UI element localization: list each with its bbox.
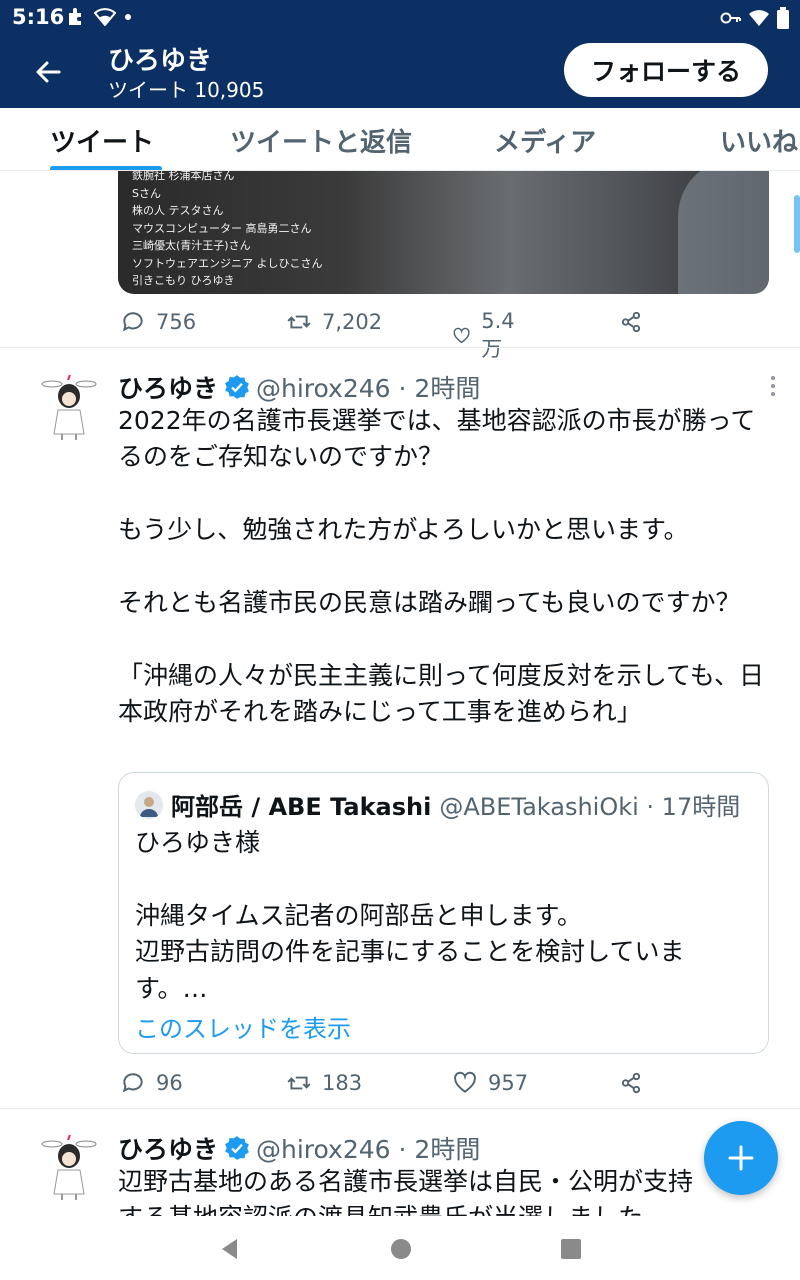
quoted-text: ひろゆき様 沖縄タイムス記者の阿部岳と申します。 辺野古訪問の件を記事にすること…: [135, 828, 685, 1003]
like-button[interactable]: 957: [452, 1070, 528, 1096]
credit-line: 鉄腕社 杉浦本店さん: [132, 171, 235, 182]
system-nav-bar: [0, 1216, 800, 1280]
quoted-avatar: [135, 790, 163, 819]
battery-icon: [777, 7, 789, 29]
tweet-header: ひろゆき @hirox246 · 2時間: [118, 369, 480, 405]
share-button[interactable]: [618, 309, 644, 335]
reply-button[interactable]: 96: [120, 1070, 183, 1096]
tab-media[interactable]: メディア: [494, 122, 596, 159]
reply-count: 756: [156, 310, 197, 334]
profile-tabs: ツイート ツイートと返信 メディア いいね: [0, 108, 800, 171]
wifi-icon: [749, 10, 769, 26]
credit-line: ソフトウェアエンジニア よしひこさん: [132, 256, 323, 270]
arrow-left-icon: [36, 61, 61, 83]
like-button[interactable]: 5.4万: [452, 309, 521, 363]
reply-icon: [122, 312, 143, 332]
reply-count: 96: [156, 1071, 183, 1095]
like-count: 957: [488, 1071, 529, 1095]
credit-line: 引きこもり ひろゆき: [132, 274, 235, 287]
key-icon: [720, 12, 741, 24]
tab-likes[interactable]: いいね: [720, 122, 798, 159]
retweet-icon: [287, 315, 311, 329]
author-name[interactable]: ひろゆき: [118, 369, 218, 405]
like-count: 5.4万: [481, 309, 515, 361]
compose-tweet-button[interactable]: [704, 1121, 778, 1195]
tweet-divider: [0, 1108, 800, 1109]
tab-tweets-replies[interactable]: ツイートと返信: [230, 122, 412, 159]
retweet-button[interactable]: 183: [286, 1070, 362, 1096]
tweet-header: ひろゆき @hirox246 · 2時間: [118, 1130, 480, 1166]
quoted-author-name: 阿部岳 / ABE Takashi: [171, 793, 432, 821]
reply-icon: [122, 1073, 143, 1093]
profile-header: ひろゆき ツイート 10,905 フォローする: [0, 36, 800, 108]
author-name[interactable]: ひろゆき: [118, 1130, 218, 1166]
plus-icon: [728, 1145, 754, 1171]
scrollbar[interactable]: [794, 195, 800, 253]
tweet-count: ツイート 10,905: [108, 78, 265, 102]
avatar[interactable]: [40, 1132, 98, 1202]
tweet-text: 2022年の名護市長選挙では、基地容認派の市長が勝ってるのをご存知ないのですか？…: [118, 406, 765, 727]
share-icon: [621, 1072, 641, 1094]
profile-name: ひろゆき: [108, 46, 213, 76]
avatar[interactable]: [40, 372, 98, 442]
verified-badge-icon: [225, 375, 249, 399]
credit-line: 三崎優太(青汁王子)さん: [132, 239, 251, 252]
follow-button[interactable]: フォローする: [564, 43, 768, 97]
author-handle: @hirox246 · 2時間: [256, 374, 481, 403]
tab-tweets[interactable]: ツイート: [50, 122, 154, 159]
nav-back-icon[interactable]: [217, 1236, 243, 1262]
retweet-icon: [287, 1076, 311, 1090]
quoted-author-handle: @ABETakashiOki · 17時間: [439, 793, 741, 821]
puzzle-icon: [69, 8, 81, 25]
media-credits: 鉄腕社 杉浦本店さん Sさん 株の人 テスタさん マウスコンピューター 高島勇二…: [132, 171, 323, 290]
tweet-divider: [0, 347, 800, 348]
credit-line: Sさん: [132, 186, 161, 200]
dot-icon: [125, 14, 131, 20]
retweet-count: 183: [322, 1071, 363, 1095]
nav-home-icon[interactable]: [388, 1236, 414, 1262]
share-button[interactable]: [618, 1070, 644, 1096]
nav-recents-icon[interactable]: [558, 1236, 584, 1262]
share-icon: [621, 311, 641, 333]
back-button[interactable]: [30, 54, 66, 90]
retweet-button[interactable]: 7,202: [286, 309, 382, 335]
status-bar: 5:16: [0, 0, 800, 36]
heart-icon: [454, 1071, 476, 1093]
tweet-media-image[interactable]: 鉄腕社 杉浦本店さん Sさん 株の人 テスタさん マウスコンピューター 高島勇二…: [118, 171, 769, 294]
author-handle: @hirox246 · 2時間: [256, 1135, 481, 1164]
retweet-count: 7,202: [322, 310, 383, 334]
media-figure: [678, 171, 769, 294]
quoted-tweet[interactable]: 阿部岳 / ABE Takashi @ABETakashiOki · 17時間 …: [118, 772, 769, 1054]
credit-line: 株の人 テスタさん: [132, 204, 224, 217]
heart-icon: [453, 327, 470, 344]
verified-badge-icon: [225, 1136, 249, 1160]
tweet-text: 辺野古基地のある名護市長選挙は自民・公明が支持する基地容認派の渡具知武豊氏が当選…: [118, 1167, 694, 1216]
credit-line: マウスコンピューター 高島勇二さん: [132, 221, 312, 235]
more-options-icon[interactable]: [768, 374, 778, 398]
status-time: 5:16: [12, 5, 65, 29]
reply-button[interactable]: 756: [120, 309, 196, 335]
wifi-icon: [94, 8, 116, 26]
show-thread-link[interactable]: このスレッドを表示: [135, 1009, 351, 1044]
